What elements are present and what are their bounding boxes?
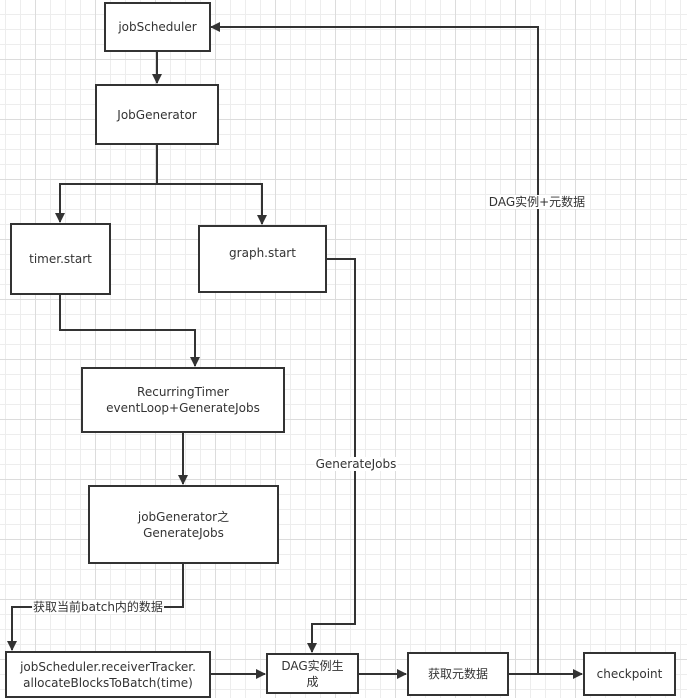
edge-jobgenerator-to-graph-start	[157, 183, 267, 225]
edge-graph-start-to-dag-generate	[307, 258, 356, 653]
node-graph-start[interactable]: graph.start	[198, 225, 327, 293]
edge-label-fetch-batch-data: 获取当前batch内的数据	[32, 600, 164, 614]
node-jobgenerator-generatejobs[interactable]: jobGenerator之 GenerateJobs	[88, 485, 279, 564]
edge-timer-start-to-recurring-timer	[59, 294, 200, 367]
node-dag-generate[interactable]: DAG实例生 成	[266, 653, 359, 694]
node-get-metadata[interactable]: 获取元数据	[407, 652, 509, 696]
edge-jobgenerator-to-timer-start	[55, 144, 158, 223]
node-recurring-timer[interactable]: RecurringTimer eventLoop+GenerateJobs	[81, 367, 285, 433]
node-jobscheduler[interactable]: jobScheduler	[104, 2, 211, 52]
node-checkpoint[interactable]: checkpoint	[583, 652, 676, 696]
edge-label-dag-plus-metadata: DAG实例+元数据	[487, 195, 587, 209]
edge-label-generatejobs: GenerateJobs	[314, 457, 398, 471]
node-allocate-blocks[interactable]: jobScheduler.receiverTracker. allocateBl…	[5, 651, 211, 698]
edge-get-metadata-to-jobscheduler	[210, 22, 539, 674]
node-jobgenerator[interactable]: JobGenerator	[95, 84, 219, 145]
node-timer-start[interactable]: timer.start	[10, 223, 111, 295]
